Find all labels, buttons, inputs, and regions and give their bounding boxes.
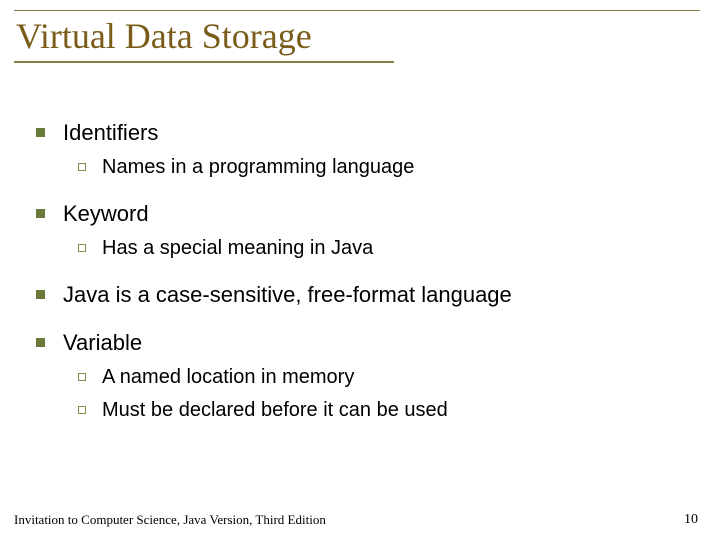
hollow-square-icon: [78, 406, 86, 414]
square-bullet-icon: [36, 209, 45, 218]
bullet-text: Names in a programming language: [102, 156, 414, 179]
hollow-square-icon: [78, 244, 86, 252]
group-variable: Variable A named location in memory Must…: [36, 330, 690, 422]
title-block: Virtual Data Storage: [14, 10, 700, 63]
title-rule-bottom: [14, 61, 394, 63]
bullet-text: Keyword: [63, 201, 149, 227]
group-keyword: Keyword Has a special meaning in Java: [36, 201, 690, 260]
hollow-square-icon: [78, 373, 86, 381]
title-rule-top: [14, 10, 700, 11]
bullet-text: A named location in memory: [102, 366, 354, 389]
content-area: Identifiers Names in a programming langu…: [36, 120, 690, 444]
footer-text: Invitation to Computer Science, Java Ver…: [14, 512, 326, 528]
bullet-lvl1: Java is a case-sensitive, free-format la…: [36, 282, 690, 308]
bullet-lvl1: Identifiers: [36, 120, 690, 146]
page-number: 10: [684, 512, 698, 528]
slide: Virtual Data Storage Identifiers Names i…: [0, 0, 720, 540]
square-bullet-icon: [36, 128, 45, 137]
bullet-lvl2: Must be declared before it can be used: [78, 399, 690, 422]
bullet-text: Java is a case-sensitive, free-format la…: [63, 282, 512, 308]
bullet-lvl2: Has a special meaning in Java: [78, 237, 690, 260]
bullet-text: Variable: [63, 330, 142, 356]
bullet-lvl1: Variable: [36, 330, 690, 356]
bullet-text: Must be declared before it can be used: [102, 399, 448, 422]
bullet-lvl2: A named location in memory: [78, 366, 690, 389]
bullet-lvl2: Names in a programming language: [78, 156, 690, 179]
group-case-sensitive: Java is a case-sensitive, free-format la…: [36, 282, 690, 308]
bullet-lvl1: Keyword: [36, 201, 690, 227]
square-bullet-icon: [36, 290, 45, 299]
slide-title: Virtual Data Storage: [14, 13, 700, 63]
bullet-text: Has a special meaning in Java: [102, 237, 373, 260]
square-bullet-icon: [36, 338, 45, 347]
bullet-text: Identifiers: [63, 120, 158, 146]
group-identifiers: Identifiers Names in a programming langu…: [36, 120, 690, 179]
hollow-square-icon: [78, 163, 86, 171]
